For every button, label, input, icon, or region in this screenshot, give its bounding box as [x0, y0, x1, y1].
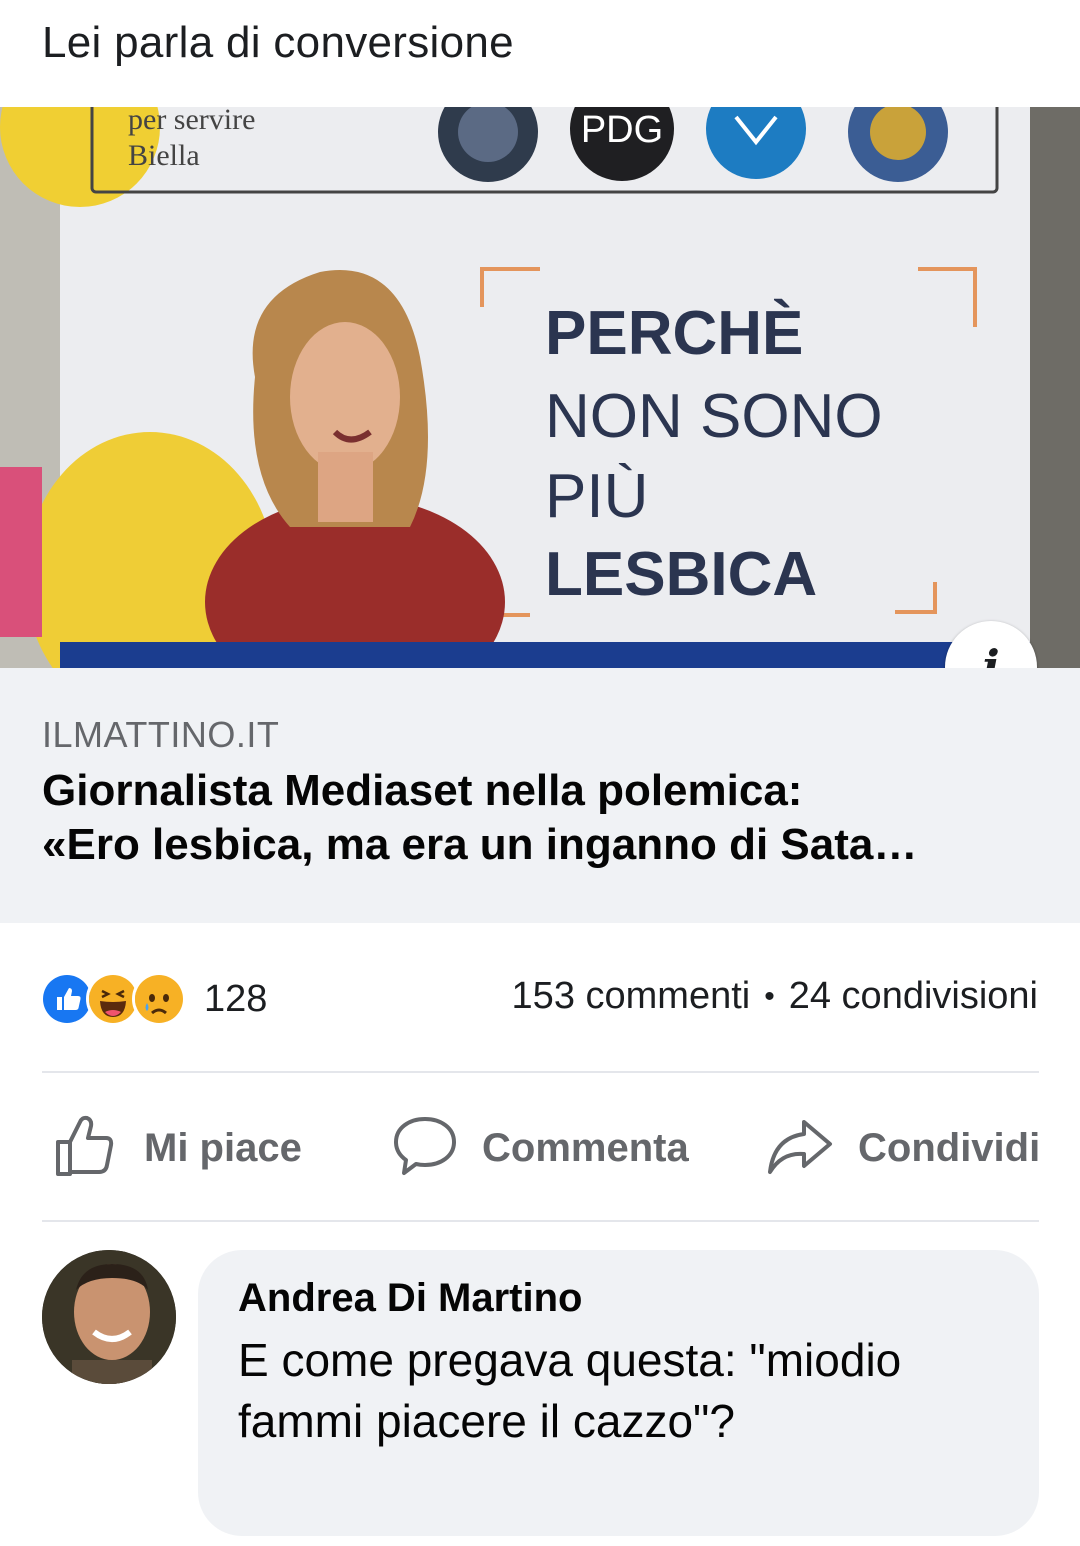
comment-bubble-icon	[392, 1113, 458, 1184]
like-label: Mi piace	[144, 1125, 302, 1170]
comment-button[interactable]: Commenta	[392, 1108, 689, 1188]
share-button[interactable]: Condividi	[766, 1108, 1040, 1188]
divider	[42, 1071, 1039, 1073]
link-title-line-1: Giornalista Mediaset nella polemica:	[42, 766, 803, 815]
link-title[interactable]: Giornalista Mediaset nella polemica: «Er…	[42, 764, 1042, 872]
comment-author[interactable]: Andrea Di Martino	[238, 1276, 582, 1321]
engagement-counts: 153 commenti • 24 condivisioni	[512, 975, 1038, 1018]
poster-top-text: per servire	[128, 107, 255, 136]
sad-icon	[132, 972, 186, 1026]
avatar[interactable]	[42, 1250, 176, 1384]
poster-line-1: PERCHÈ	[545, 299, 803, 368]
shares-count[interactable]: 24 condivisioni	[789, 975, 1038, 1018]
thumbs-up-icon	[52, 1112, 120, 1185]
reaction-count: 128	[204, 977, 268, 1020]
link-title-line-2: «Ero lesbica, ma era un inganno di Sata…	[42, 820, 918, 869]
post-text: Lei parla di conversione	[42, 18, 514, 67]
link-preview-image[interactable]: per servire Biella PDG PERCHÈ NON SONO P…	[0, 107, 1080, 668]
poster-top-text-2: Biella	[128, 139, 200, 172]
share-label: Condividi	[858, 1125, 1041, 1170]
poster-line-4: LESBICA	[545, 540, 817, 609]
poster-line-3: PIÙ	[545, 462, 648, 531]
like-button[interactable]: Mi piace	[52, 1108, 302, 1188]
comment-text: E come pregava questa: "miodio fammi pia…	[238, 1334, 902, 1447]
action-bar: Mi piace Commenta Condividi	[0, 1108, 1080, 1188]
comments-count[interactable]: 153 commenti	[512, 975, 751, 1018]
comment-label: Commenta	[482, 1125, 689, 1170]
separator-dot: •	[764, 979, 775, 1013]
poster-logo-label: PDG	[581, 109, 663, 151]
link-domain: ILMATTINO.IT	[42, 714, 280, 755]
poster-line-2: NON SONO	[545, 382, 883, 451]
divider	[42, 1220, 1039, 1222]
share-arrow-icon	[766, 1112, 834, 1185]
reactions-summary[interactable]: 128	[40, 972, 267, 1026]
